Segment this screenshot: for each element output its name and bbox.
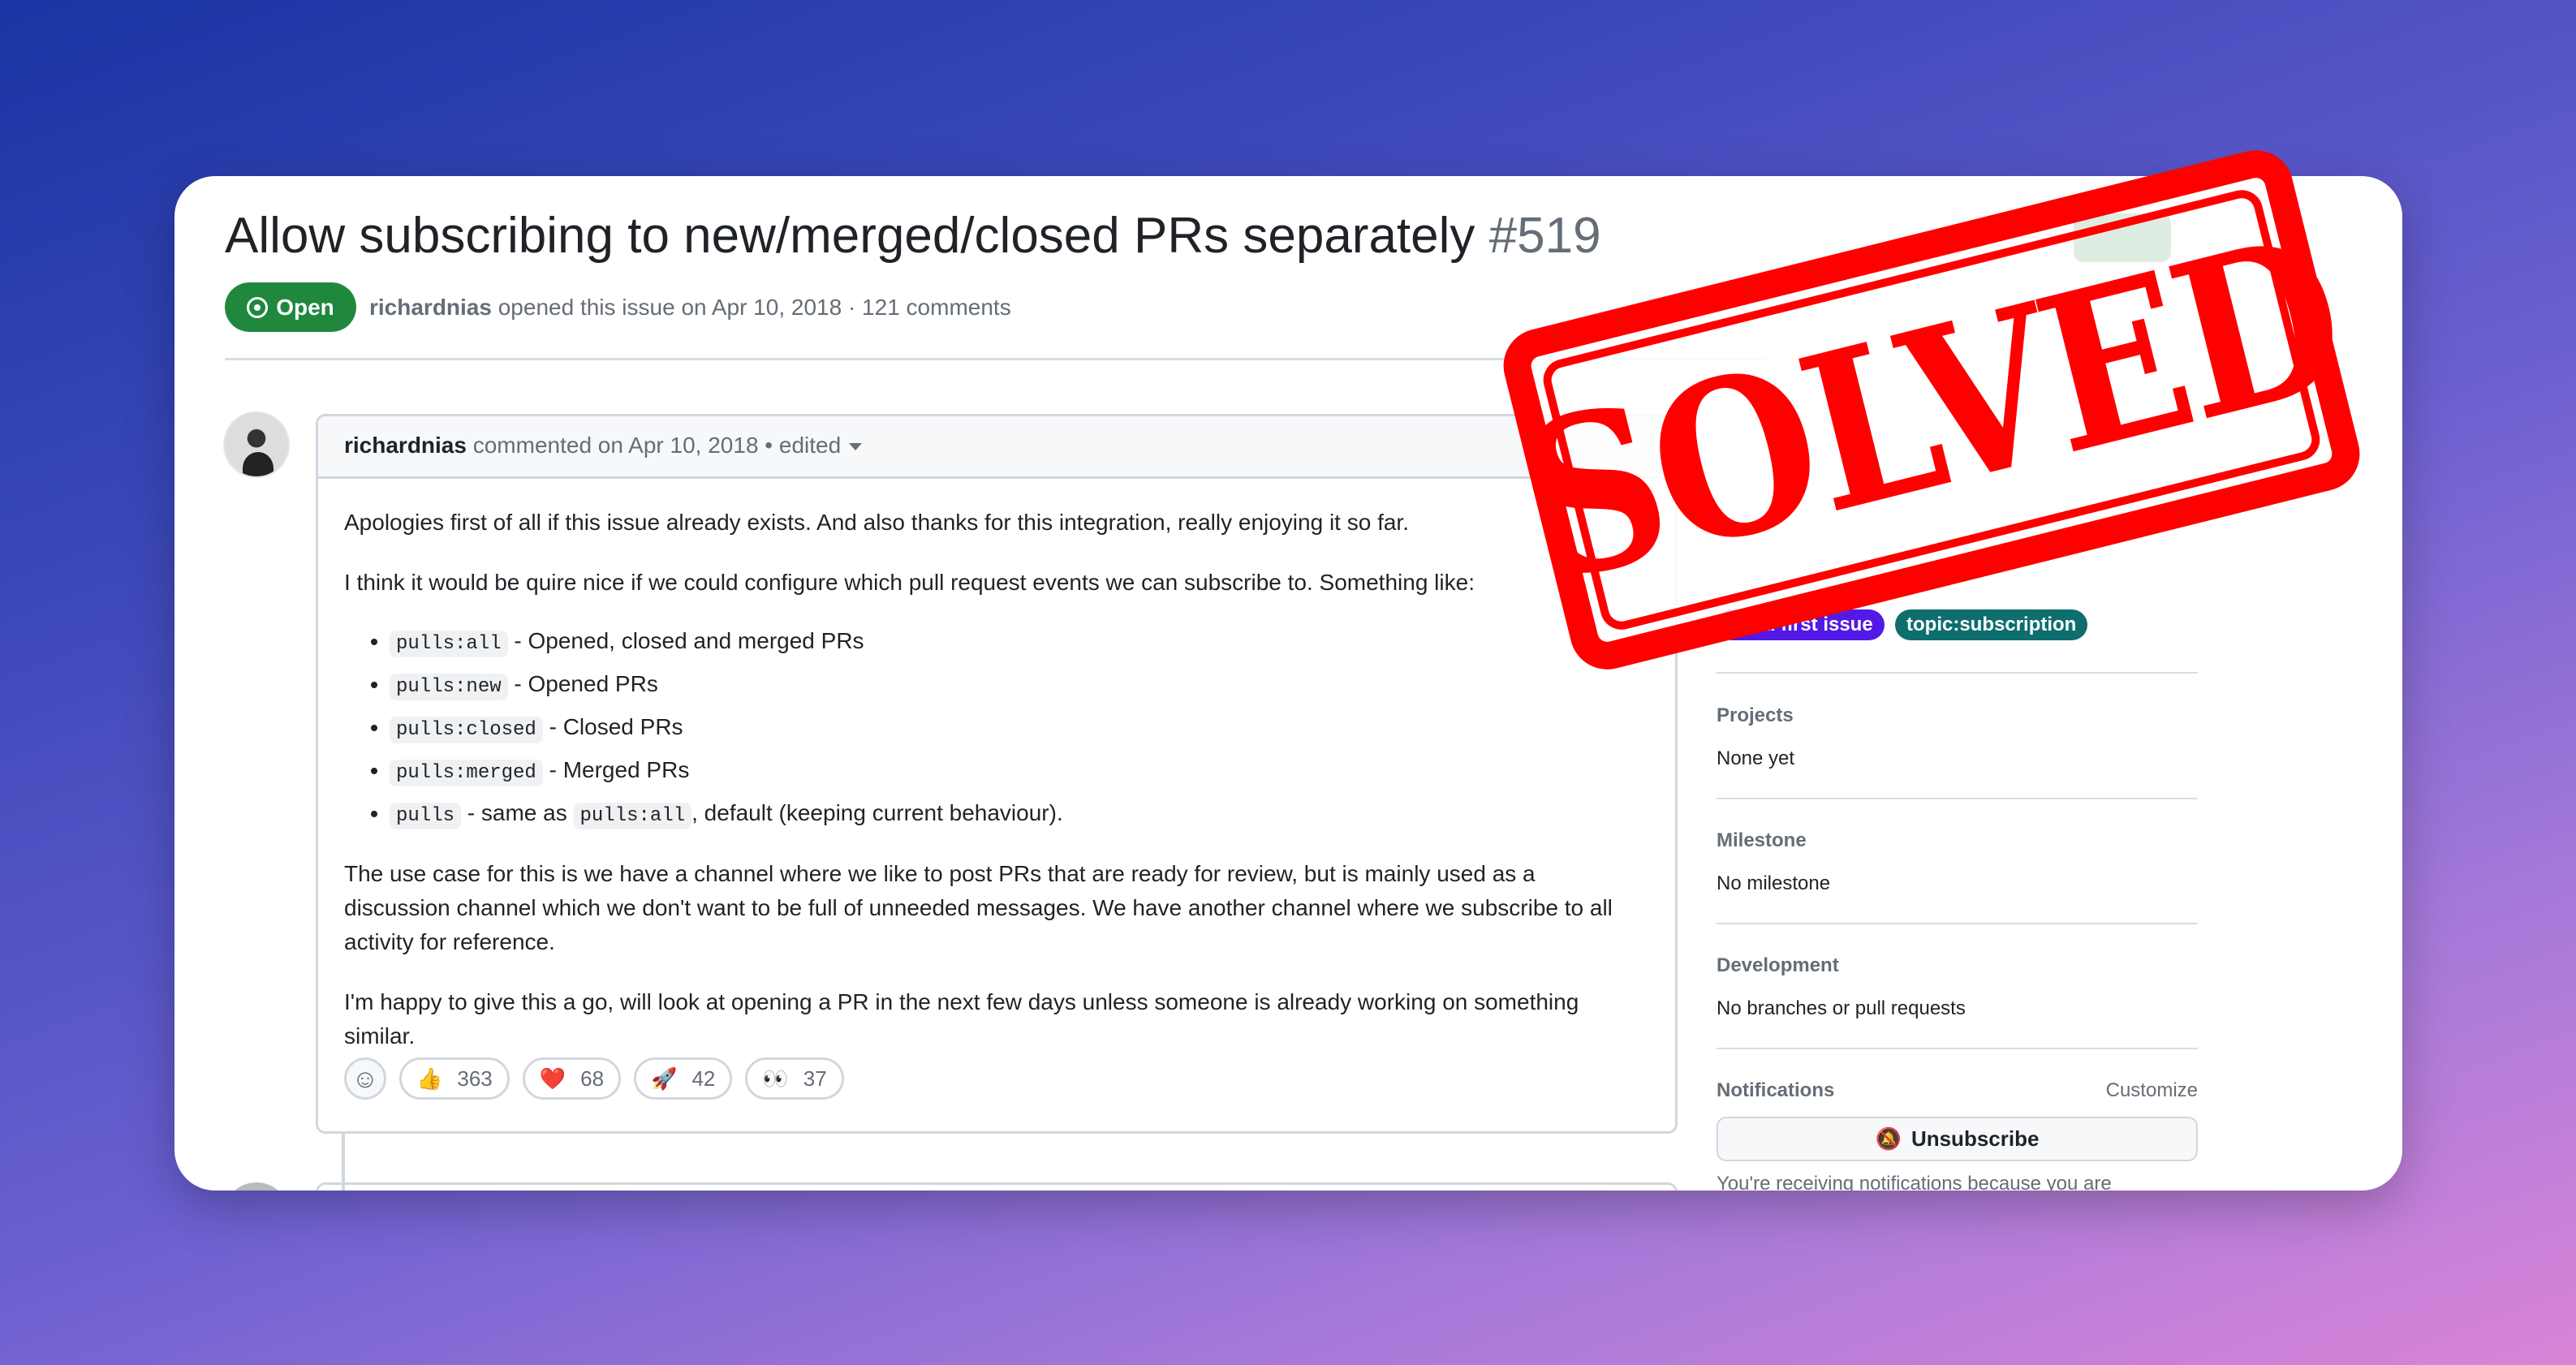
paragraph: I'm happy to give this a go, will look a… bbox=[344, 989, 1579, 1049]
issue-title: Allow subscribing to new/merged/closed P… bbox=[225, 208, 1601, 264]
comment-body: Apologies first of all if this issue alr… bbox=[344, 506, 1643, 1079]
bell-slash-icon: 🔕 bbox=[1875, 1126, 1902, 1151]
projects-value: None yet bbox=[1717, 747, 1795, 769]
reactions: ☺ 👍 363 ❤️ 68 🚀 42 👀 37 bbox=[344, 1057, 844, 1100]
projects-heading[interactable]: Projects bbox=[1717, 704, 1794, 727]
notifications-note: You're receiving notifications because y… bbox=[1717, 1173, 2112, 1191]
author-link[interactable]: richardnias bbox=[369, 295, 492, 320]
avatar[interactable] bbox=[223, 1182, 290, 1191]
next-comment bbox=[316, 1182, 1678, 1191]
label-topic-subscription[interactable]: topic:subscription bbox=[1895, 609, 2088, 640]
milestone-value: No milestone bbox=[1717, 872, 1831, 894]
divider bbox=[1717, 798, 2198, 799]
development-heading[interactable]: Development bbox=[1717, 954, 1839, 977]
reaction-thumbs-up[interactable]: 👍 363 bbox=[399, 1057, 510, 1100]
smiley-icon: ☺ bbox=[351, 1063, 379, 1093]
development-value: No branches or pull requests bbox=[1717, 997, 1966, 1019]
milestone-heading[interactable]: Milestone bbox=[1717, 829, 1807, 852]
avatar[interactable] bbox=[223, 411, 290, 478]
list-item: pulls:new - Opened PRs bbox=[390, 664, 1643, 707]
divider bbox=[1717, 923, 2198, 924]
comment-author[interactable]: richardnias bbox=[344, 433, 467, 458]
reaction-rocket[interactable]: 🚀 42 bbox=[634, 1057, 733, 1100]
notifications-heading: Notifications bbox=[1717, 1079, 1835, 1101]
comment: richardnias commented on Apr 10, 2018 • … bbox=[316, 414, 1678, 1134]
list-item: pulls:all - Opened, closed and merged PR… bbox=[390, 621, 1643, 664]
list-item: pulls:closed - Closed PRs bbox=[390, 707, 1643, 750]
paragraph: The use case for this is we have a chann… bbox=[344, 861, 1613, 954]
list-item: pulls - same as pulls:all, default (keep… bbox=[390, 793, 1643, 836]
comment-header: richardnias commented on Apr 10, 2018 • … bbox=[318, 416, 1675, 479]
chevron-down-icon[interactable] bbox=[849, 443, 863, 451]
customize-link[interactable]: Customize bbox=[2106, 1079, 2198, 1102]
unsubscribe-button[interactable]: 🔕 Unsubscribe bbox=[1717, 1117, 2198, 1161]
list-item: pulls:merged - Merged PRs bbox=[390, 750, 1643, 793]
divider bbox=[1717, 1048, 2198, 1049]
paragraph: I think it would be quire nice if we cou… bbox=[344, 570, 1475, 595]
reaction-eyes[interactable]: 👀 37 bbox=[745, 1057, 844, 1100]
issue-open-icon bbox=[247, 296, 269, 318]
issue-meta: richardnias opened this issue on Apr 10,… bbox=[369, 295, 1011, 320]
paragraph: Apologies first of all if this issue alr… bbox=[344, 510, 1409, 535]
status-badge: Open bbox=[225, 282, 356, 332]
event-list: pulls:all - Opened, closed and merged PR… bbox=[390, 621, 1643, 836]
add-reaction-button[interactable]: ☺ bbox=[344, 1057, 386, 1100]
reaction-heart[interactable]: ❤️ 68 bbox=[522, 1057, 622, 1100]
divider bbox=[1717, 672, 2198, 674]
